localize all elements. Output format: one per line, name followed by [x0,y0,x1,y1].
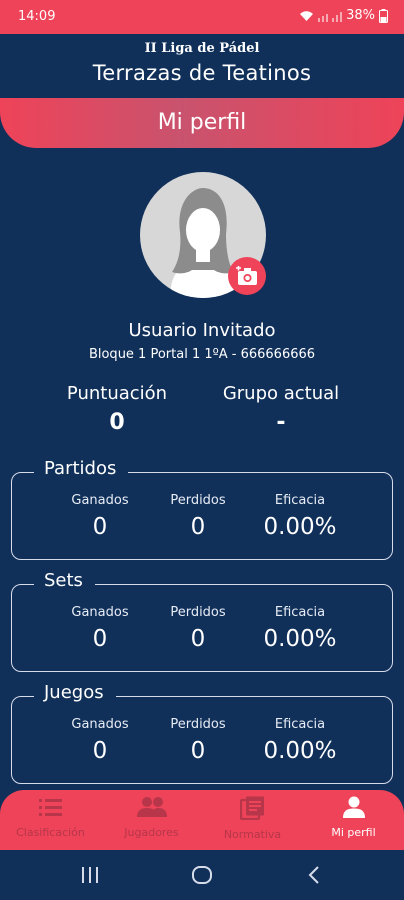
nav-label: Normativa [223,828,282,841]
page-title-bar: Mi perfil [0,98,404,148]
efficiency-column: Eficacia 0.00% [245,605,355,652]
won-column: Ganados 0 [45,717,155,764]
status-bar: 14:09 38% [0,0,404,34]
score-label: Puntuación [66,383,168,404]
lost-column: Perdidos 0 [143,717,253,764]
status-icons: 38% [299,8,388,23]
efficiency-column: Eficacia 0.00% [245,717,355,764]
nav-item-clasificacion[interactable]: Clasificación [0,796,101,839]
won-column: Ganados 0 [45,493,155,540]
wifi-icon [300,10,314,21]
efficiency-value: 0.00% [263,514,337,540]
add-camera-icon [236,266,257,285]
lost-value: 0 [190,626,206,652]
user-address: Bloque 1 Portal 1 1ºA - 666666666 [88,347,316,362]
group-label: Grupo actual [222,383,340,404]
efficiency-value: 0.00% [263,626,337,652]
signal-icon [318,11,343,22]
page-title: Mi perfil [157,110,247,135]
score-value: 0 [109,410,125,435]
efficiency-label: Eficacia [274,717,326,732]
won-label: Ganados [71,493,129,508]
system-nav-bar [0,850,404,900]
battery-icon [379,8,388,23]
lost-column: Perdidos 0 [143,605,253,652]
club-title: Terrazas de Teatinos [92,61,312,85]
efficiency-column: Eficacia 0.00% [245,493,355,540]
nav-item-jugadores[interactable]: Jugadores [101,796,202,839]
card-title: Sets [34,570,95,591]
games-card: Juegos Ganados 0 Perdidos 0 Eficacia 0.0… [11,682,393,784]
sets-card: Sets Ganados 0 Perdidos 0 Eficacia 0.00% [11,570,393,672]
league-subtitle: II Liga de Pádel [144,41,260,56]
won-value: 0 [92,514,108,540]
matches-card: Partidos Ganados 0 Perdidos 0 Eficacia 0… [11,458,393,560]
lost-label: Perdidos [170,493,226,508]
efficiency-value: 0.00% [263,738,337,764]
nav-item-mi-perfil[interactable]: Mi perfil [303,796,404,839]
group-value: - [276,410,286,435]
recent-apps-icon[interactable] [80,864,100,886]
status-time: 14:09 [18,9,56,24]
card-title: Juegos [34,682,116,703]
won-label: Ganados [71,605,129,620]
efficiency-label: Eficacia [274,493,326,508]
lost-column: Perdidos 0 [143,493,253,540]
people-icon [136,797,167,817]
document-icon [239,796,264,821]
won-label: Ganados [71,717,129,732]
nav-label: Mi perfil [331,826,376,839]
battery-percent: 38% [346,8,375,23]
won-value: 0 [92,738,108,764]
back-icon[interactable] [306,864,322,886]
lost-value: 0 [190,738,206,764]
person-icon [342,796,365,818]
bottom-nav: Clasificación Jugadores Normativa Mi per… [0,790,404,850]
user-name: Usuario Invitado [128,320,276,341]
lost-value: 0 [190,514,206,540]
list-icon [38,799,62,816]
nav-item-normativa[interactable]: Normativa [202,796,303,841]
lost-label: Perdidos [170,717,226,732]
nav-label: Jugadores [124,826,179,839]
efficiency-label: Eficacia [274,605,326,620]
home-icon[interactable] [191,864,213,886]
change-photo-button[interactable] [228,257,266,295]
won-value: 0 [92,626,108,652]
card-title: Partidos [34,458,129,479]
lost-label: Perdidos [170,605,226,620]
nav-label: Clasificación [16,826,85,839]
won-column: Ganados 0 [45,605,155,652]
